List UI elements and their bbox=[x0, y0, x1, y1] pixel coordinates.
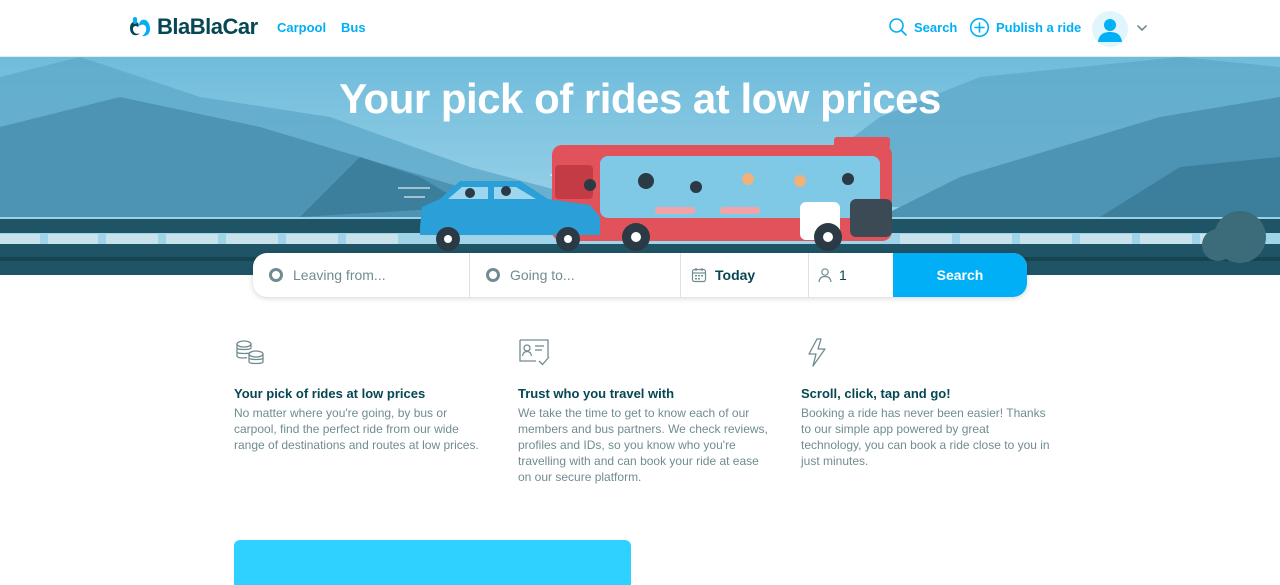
feature-text: Booking a ride has never been easier! Th… bbox=[801, 406, 1050, 468]
feature-title: Trust who you travel with bbox=[518, 386, 675, 401]
hero-title: Your pick of rides at low prices bbox=[339, 75, 941, 122]
date-picker-field[interactable]: Today bbox=[681, 253, 809, 297]
bus-illustration bbox=[552, 137, 892, 251]
feature-text: We take the time to get to know each of … bbox=[518, 406, 768, 484]
search-submit-button[interactable]: Search bbox=[893, 253, 1027, 297]
hero-banner: Your pick of rides at low prices bbox=[0, 57, 1280, 275]
nav-bus-link[interactable]: Bus bbox=[341, 20, 366, 35]
coins-icon bbox=[236, 340, 264, 365]
passengers-value: 1 bbox=[839, 267, 847, 283]
publish-ride-button[interactable]: Publish a ride bbox=[969, 17, 1081, 38]
publish-ride-label: Publish a ride bbox=[996, 20, 1082, 35]
feature-trust: Trust who you travel with We take the ti… bbox=[518, 337, 768, 485]
logo-text: BlaBlaCar bbox=[157, 14, 258, 39]
origin-circle-icon bbox=[269, 268, 283, 282]
blablacar-logo[interactable]: BlaBlaCar bbox=[127, 14, 258, 40]
nav-carpool-link[interactable]: Carpool bbox=[277, 20, 326, 35]
top-navbar: BlaBlaCar Carpool Bus Search Publish a r… bbox=[0, 0, 1280, 57]
feature-low-prices: Your pick of rides at low prices No matt… bbox=[234, 337, 484, 453]
feature-title: Scroll, click, tap and go! bbox=[801, 386, 951, 401]
search-icon bbox=[889, 18, 907, 36]
logo-mark-icon bbox=[130, 17, 150, 37]
id-card-check-icon bbox=[519, 339, 550, 366]
feature-text: No matter where you're going, by bus or … bbox=[234, 406, 479, 452]
leaving-from-placeholder: Leaving from... bbox=[293, 267, 386, 283]
feature-title: Your pick of rides at low prices bbox=[234, 386, 426, 401]
lightning-icon bbox=[808, 338, 826, 367]
header-search-label: Search bbox=[914, 19, 958, 35]
promo-banner[interactable] bbox=[234, 540, 631, 585]
ride-search-bar: Leaving from... Going to... Today 1 Sear… bbox=[253, 253, 1027, 297]
date-value: Today bbox=[715, 267, 756, 283]
leaving-from-field[interactable]: Leaving from... bbox=[253, 253, 470, 297]
going-to-placeholder: Going to... bbox=[510, 267, 575, 283]
user-icon bbox=[1098, 19, 1122, 42]
calendar-icon bbox=[691, 268, 707, 283]
header-search-button[interactable]: Search bbox=[888, 17, 957, 37]
going-to-field[interactable]: Going to... bbox=[470, 253, 681, 297]
chevron-down-icon[interactable] bbox=[1136, 22, 1148, 34]
user-avatar[interactable] bbox=[1092, 11, 1128, 47]
plus-circle-icon bbox=[969, 17, 990, 38]
feature-easy-booking: Scroll, click, tap and go! Booking a rid… bbox=[801, 337, 1051, 469]
person-icon bbox=[818, 268, 832, 283]
destination-circle-icon bbox=[486, 268, 500, 282]
passengers-field[interactable]: 1 bbox=[809, 253, 893, 297]
